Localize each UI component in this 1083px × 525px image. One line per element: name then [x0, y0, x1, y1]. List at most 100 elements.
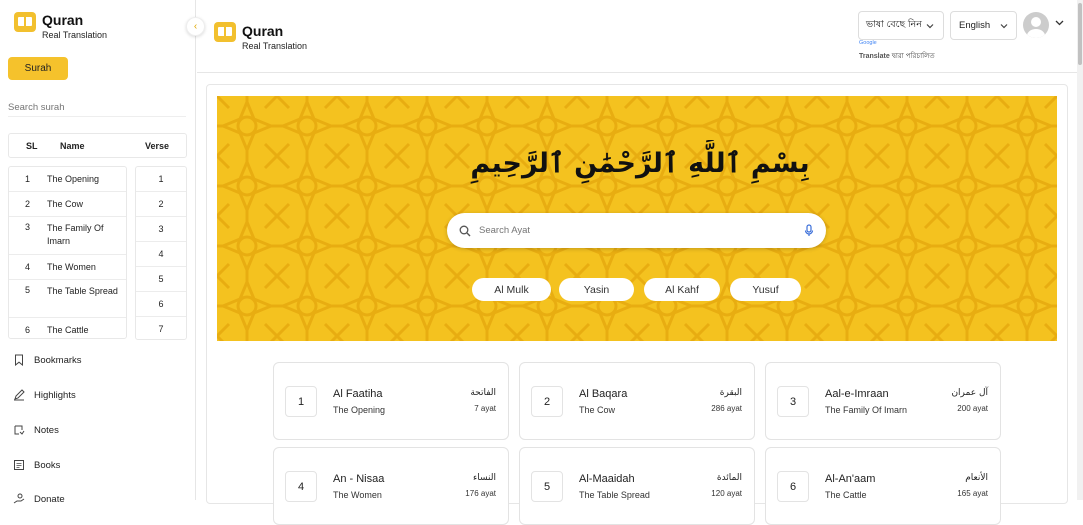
surah-name: Al Faatiha [333, 388, 383, 400]
verse-item[interactable]: 6 [136, 292, 186, 317]
powered-by-google-translate[interactable]: Translate দ্বারা পরিচালিত [859, 50, 935, 62]
app-subtitle: Real Translation [42, 30, 108, 40]
menu-donate[interactable]: Donate [12, 492, 65, 506]
list-item[interactable]: 3 The Family Of Imarn [9, 217, 126, 255]
row-number: 5 [25, 285, 31, 295]
row-name: The Family Of Imarn [47, 223, 104, 246]
top-header: Quran Real Translation ভাষা বেছে নিন Goo… [197, 0, 1077, 73]
surah-meaning: The Cow [579, 405, 616, 415]
surah-meaning: The Table Spread [579, 490, 650, 500]
surah-ayat-count: 7 ayat [474, 404, 496, 413]
chip-al-mulk[interactable]: Al Mulk [472, 278, 551, 301]
surah-name: An - Nisaa [333, 473, 385, 485]
surah-number: 3 [777, 386, 809, 417]
chip-yusuf[interactable]: Yusuf [730, 278, 801, 301]
chevron-left-icon: ‹ [193, 21, 198, 32]
verse-item[interactable]: 3 [136, 217, 186, 242]
surah-name: Al-Maaidah [579, 473, 635, 485]
list-item[interactable]: 6 The Cattle [9, 318, 126, 338]
row-name: The Table Spread [47, 286, 118, 296]
surah-arabic-name: آل عمران [951, 388, 988, 398]
surah-arabic-name: البقرة [719, 388, 742, 398]
surah-card[interactable]: 2 Al Baqara The Cow البقرة 286 ayat [519, 362, 755, 440]
highlight-pen-icon [12, 388, 26, 402]
surah-arabic-name: المائدة [716, 473, 742, 483]
sidebar-collapse-button[interactable]: ‹ [186, 17, 205, 36]
surah-ayat-count: 120 ayat [711, 489, 742, 498]
translate-language-select[interactable]: ভাষা বেছে নিন [858, 11, 944, 40]
surah-name-list[interactable]: 1 The Opening 2 The Cow 3 The Family Of … [8, 166, 127, 339]
verse-item[interactable]: 5 [136, 267, 186, 292]
menu-bookmarks[interactable]: Bookmarks [12, 353, 82, 367]
surah-card[interactable]: 1 Al Faatiha The Opening الفاتحة 7 ayat [273, 362, 509, 440]
notes-icon [12, 423, 26, 437]
search-ayat-bar[interactable] [447, 213, 826, 248]
svg-text:بِسْمِ ٱللَّهِ ٱلرَّحْمَٰنِ ٱل: بِسْمِ ٱللَّهِ ٱلرَّحْمَٰنِ ٱلرَّحِيمِ [470, 140, 810, 184]
surah-ayat-count: 200 ayat [957, 404, 988, 413]
surah-card[interactable]: 6 Al-An'aam The Cattle الأنعام 165 ayat [765, 447, 1001, 525]
verse-list[interactable]: 1 2 3 4 5 6 7 [135, 166, 187, 340]
row-name: The Cattle [47, 324, 89, 335]
header-title: Quran [242, 23, 284, 39]
user-avatar[interactable] [1023, 12, 1049, 38]
surah-name: Aal-e-Imraan [825, 388, 889, 400]
list-item[interactable]: 2 The Cow [9, 192, 126, 217]
quran-logo-icon [214, 22, 236, 42]
row-number: 6 [25, 325, 31, 335]
search-ayat-input[interactable] [479, 225, 804, 236]
scrollbar-thumb[interactable] [1078, 3, 1082, 65]
sidebar: Quran Real Translation Surah SL Name Ver… [0, 0, 196, 505]
menu-label: Notes [34, 424, 59, 436]
menu-books[interactable]: Books [12, 458, 60, 472]
verse-item[interactable]: 4 [136, 242, 186, 267]
menu-highlights[interactable]: Highlights [12, 388, 76, 402]
translate-label: Translate [859, 53, 890, 60]
microphone-icon[interactable] [804, 224, 814, 237]
surah-number: 5 [531, 471, 563, 502]
surah-meaning: The Family Of Imarn [825, 405, 908, 415]
surah-name: Al Baqara [579, 388, 628, 400]
surah-card[interactable]: 3 Aal-e-Imraan The Family Of Imarn آل عم… [765, 362, 1001, 440]
quran-logo-icon [14, 12, 36, 32]
surah-card[interactable]: 4 An - Nisaa The Women النساء 176 ayat [273, 447, 509, 525]
menu-label: Bookmarks [34, 354, 82, 366]
header-subtitle: Real Translation [242, 41, 308, 51]
surah-ayat-count: 176 ayat [465, 489, 496, 498]
surah-card[interactable]: 5 Al-Maaidah The Table Spread المائدة 12… [519, 447, 755, 525]
chip-yasin[interactable]: Yasin [559, 278, 634, 301]
chip-al-kahf[interactable]: Al Kahf [644, 278, 720, 301]
verse-item[interactable]: 7 [136, 317, 186, 339]
sidebar-brand[interactable]: Quran Real Translation [14, 12, 107, 40]
surah-arabic-name: الفاتحة [470, 388, 496, 398]
surah-number: 6 [777, 471, 809, 502]
row-number: 3 [25, 222, 31, 232]
surah-arabic-name: الأنعام [965, 473, 988, 483]
book-icon [12, 458, 26, 472]
chevron-down-icon[interactable] [1055, 20, 1064, 26]
row-name: The Cow [47, 198, 84, 209]
app-title: Quran [42, 12, 84, 28]
surah-number: 2 [531, 386, 563, 417]
row-name: The Women [47, 261, 96, 272]
chevron-down-icon [926, 23, 934, 28]
list-item[interactable]: 5 The Table Spread [9, 280, 126, 318]
surah-button[interactable]: Surah [8, 57, 68, 80]
surah-arabic-name: النساء [473, 473, 496, 483]
bookmark-icon [12, 353, 26, 367]
list-item[interactable]: 4 The Women [9, 255, 126, 280]
header-brand[interactable]: Quran Real Translation [214, 22, 307, 51]
surah-meaning: The Cattle [825, 490, 867, 500]
row-number: 2 [25, 199, 31, 209]
surah-number: 4 [285, 471, 317, 502]
surah-name: Al-An'aam [825, 473, 876, 485]
verse-item[interactable]: 2 [136, 192, 186, 217]
menu-notes[interactable]: Notes [12, 423, 59, 437]
search-surah-input[interactable] [8, 99, 186, 117]
menu-label: Donate [34, 493, 65, 505]
surah-number: 1 [285, 386, 317, 417]
chevron-down-icon [1000, 23, 1008, 28]
language-select[interactable]: English [950, 11, 1017, 40]
surah-ayat-count: 286 ayat [711, 404, 742, 413]
scrollbar-track[interactable] [1077, 0, 1083, 500]
search-icon [459, 225, 471, 236]
